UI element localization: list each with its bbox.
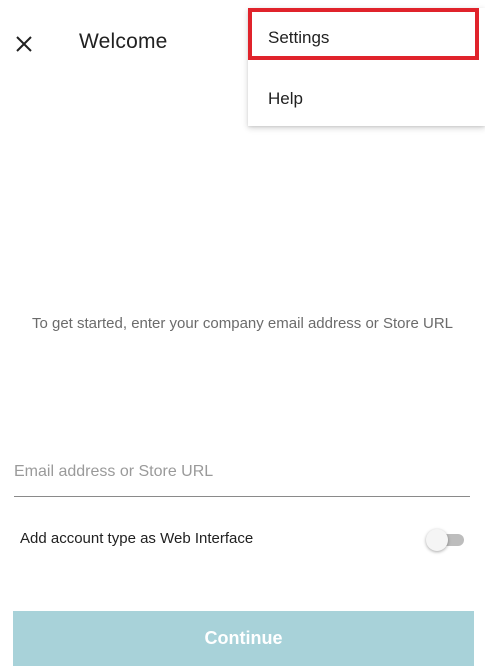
overflow-menu: Settings Help (248, 8, 485, 126)
toggle-thumb (426, 529, 448, 551)
close-button[interactable] (8, 26, 40, 62)
menu-item-help[interactable]: Help (248, 71, 485, 127)
instruction-text: To get started, enter your company email… (31, 315, 454, 332)
page-title: Welcome (79, 30, 168, 53)
close-icon (16, 36, 32, 52)
web-interface-toggle[interactable] (426, 528, 466, 552)
email-or-store-url-input[interactable] (14, 448, 470, 497)
continue-button[interactable]: Continue (13, 611, 474, 666)
account-type-label: Add account type as Web Interface (20, 530, 254, 547)
account-type-row: Add account type as Web Interface (20, 524, 470, 556)
menu-item-settings[interactable]: Settings (248, 10, 485, 66)
